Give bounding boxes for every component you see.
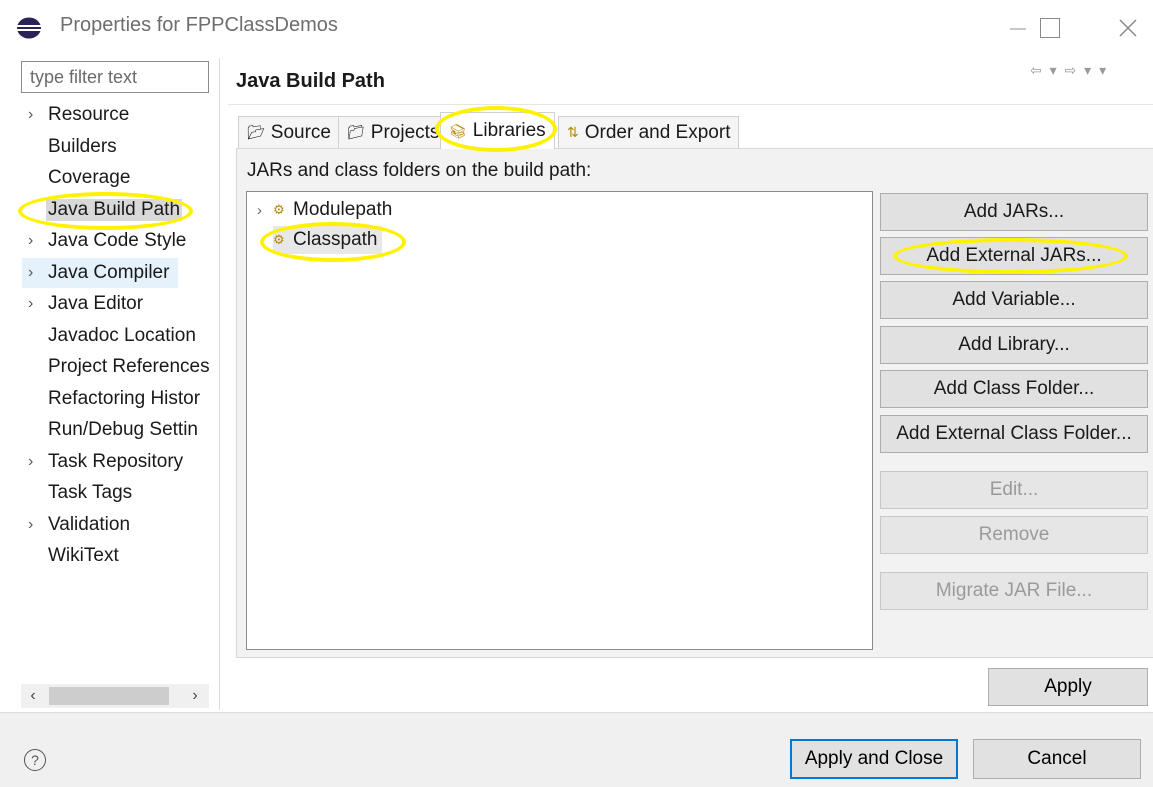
sidebar-item-wikitext[interactable]: WikiText xyxy=(22,541,210,571)
apply-button[interactable]: Apply xyxy=(988,668,1148,706)
sidebar-item-coverage[interactable]: Coverage xyxy=(22,163,210,193)
sidebar-item-label: Builders xyxy=(48,135,117,157)
sidebar-item-label: Javadoc Location xyxy=(48,324,196,346)
sidebar-item-label: Refactoring Histor xyxy=(48,387,201,409)
sidebar-item-label: Java Code Style xyxy=(48,230,187,251)
sash-divider[interactable] xyxy=(219,58,220,710)
sidebar-item-label: Java Editor xyxy=(48,293,144,314)
sidebar-item-java-code-style[interactable]: › Java Code Style xyxy=(22,226,210,256)
tree-item-classpath[interactable]: ⚙︎ Classpath xyxy=(273,226,382,254)
sidebar-item-label: Project References xyxy=(48,356,210,377)
sidebar-item-project-references[interactable]: Project References xyxy=(22,352,210,382)
sidebar-item-run-debug-settin[interactable]: Run/Debug Settin xyxy=(22,415,210,445)
minimize-icon[interactable] xyxy=(1010,28,1026,30)
classpath-icon: ⚙︎ xyxy=(273,232,285,247)
sidebar-item-task-tags[interactable]: Task Tags xyxy=(22,478,210,508)
maximize-icon xyxy=(1040,18,1060,38)
tree-item-label: Classpath xyxy=(293,229,378,250)
project-icon: 📁︎ xyxy=(347,124,365,140)
view-menu-chevron-down-icon[interactable]: ▾ xyxy=(1099,62,1108,78)
tab-libraries-label: Libraries xyxy=(472,120,546,141)
sidebar-item-label: Validation xyxy=(48,513,131,535)
tab-libraries[interactable]: 📚︎ Libraries xyxy=(440,112,555,149)
chevron-right-icon[interactable]: › xyxy=(22,516,48,534)
tab-projects-label: Projects xyxy=(370,121,440,143)
header-divider xyxy=(228,104,1153,105)
add-variable-button[interactable]: Add Variable... xyxy=(880,281,1148,319)
forward-menu-chevron-down-icon[interactable]: ▾ xyxy=(1084,62,1093,78)
history-nav[interactable]: ⇦ ▾ ⇨ ▾ ▾ xyxy=(1030,62,1108,79)
sidebar-item-label: Java Compiler xyxy=(48,261,170,283)
chevron-right-icon[interactable]: › xyxy=(257,202,273,219)
close-icon xyxy=(1119,19,1137,37)
scroll-right-icon[interactable]: › xyxy=(183,684,207,708)
eclipse-icon xyxy=(17,17,41,39)
tree-item-label: Modulepath xyxy=(293,199,393,220)
chevron-right-icon[interactable]: › xyxy=(22,106,48,124)
sidebar-item-javadoc-location[interactable]: Javadoc Location xyxy=(22,321,210,351)
help-icon[interactable]: ? xyxy=(24,749,46,771)
add-external-class-folder-button[interactable]: Add External Class Folder... xyxy=(880,415,1148,453)
sidebar-item-label: Task Repository xyxy=(48,450,184,472)
chevron-right-icon[interactable]: › xyxy=(22,232,48,250)
scroll-left-icon[interactable]: ‹ xyxy=(21,684,45,708)
filter-input[interactable] xyxy=(21,61,209,93)
tab-projects[interactable]: 📁︎ Projects xyxy=(338,116,449,148)
maximize-button[interactable] xyxy=(1030,0,1070,56)
apply-and-close-button[interactable]: Apply and Close xyxy=(790,739,958,779)
sidebar-item-label: Run/Debug Settin xyxy=(48,419,198,440)
forward-arrow-icon[interactable]: ⇨ xyxy=(1065,62,1079,78)
close-button[interactable] xyxy=(1108,0,1148,56)
add-jars-button[interactable]: Add JARs... xyxy=(880,193,1148,231)
page-title: Java Build Path xyxy=(236,70,385,92)
tab-source[interactable]: 📂︎ Source xyxy=(238,116,340,148)
order-export-icon: ⇅ xyxy=(567,124,579,140)
sidebar-item-resource[interactable]: › Resource xyxy=(22,100,210,130)
add-external-jars-button[interactable]: Add External JARs... xyxy=(880,237,1148,275)
tree-item-modulepath[interactable]: › ⚙︎ Modulepath xyxy=(257,196,392,224)
remove-button[interactable]: Remove xyxy=(880,516,1148,554)
edit-button[interactable]: Edit... xyxy=(880,471,1148,509)
chevron-right-icon[interactable]: › xyxy=(22,295,48,313)
build-path-label: JARs and class folders on the build path… xyxy=(247,160,592,181)
build-path-tree[interactable]: › ⚙︎ Modulepath ⚙︎ Classpath xyxy=(246,191,873,650)
sidebar-item-refactoring-histor[interactable]: Refactoring Histor xyxy=(22,384,210,414)
add-library-button[interactable]: Add Library... xyxy=(880,326,1148,364)
libraries-icon: 📚︎ xyxy=(449,122,467,139)
cancel-button[interactable]: Cancel xyxy=(973,739,1141,779)
modulepath-icon: ⚙︎ xyxy=(273,202,285,217)
sidebar-horizontal-scrollbar[interactable]: ‹ › xyxy=(21,684,209,708)
migrate-jar-button[interactable]: Migrate JAR File... xyxy=(880,572,1148,610)
sidebar-item-builders[interactable]: Builders xyxy=(22,132,210,162)
sidebar-item-label: Java Build Path xyxy=(46,198,183,221)
chevron-right-icon[interactable]: › xyxy=(22,264,48,282)
window-title: Properties for FPPClassDemos xyxy=(60,14,338,36)
sidebar-item-task-repository[interactable]: › Task Repository xyxy=(22,447,210,477)
tab-order-and-export[interactable]: ⇅ Order and Export xyxy=(558,116,740,148)
sidebar-item-java-editor[interactable]: › Java Editor xyxy=(22,289,210,319)
scroll-thumb[interactable] xyxy=(49,687,169,705)
add-class-folder-button[interactable]: Add Class Folder... xyxy=(880,370,1148,408)
sidebar-item-label: Task Tags xyxy=(48,482,133,503)
tab-order-export-label: Order and Export xyxy=(584,121,731,143)
sidebar-item-label: Coverage xyxy=(48,167,131,188)
sidebar-item-java-build-path[interactable]: Java Build Path xyxy=(22,195,210,225)
back-menu-chevron-down-icon[interactable]: ▾ xyxy=(1050,62,1059,78)
chevron-right-icon[interactable]: › xyxy=(22,453,48,471)
sidebar-item-validation[interactable]: › Validation xyxy=(22,510,210,540)
sidebar-item-label: WikiText xyxy=(48,545,119,566)
sidebar-item-label: Resource xyxy=(48,104,130,125)
sidebar-item-java-compiler[interactable]: › Java Compiler xyxy=(22,257,178,288)
tab-source-label: Source xyxy=(270,121,331,143)
source-folder-icon: 📂︎ xyxy=(247,124,265,140)
back-arrow-icon[interactable]: ⇦ xyxy=(1030,62,1044,78)
